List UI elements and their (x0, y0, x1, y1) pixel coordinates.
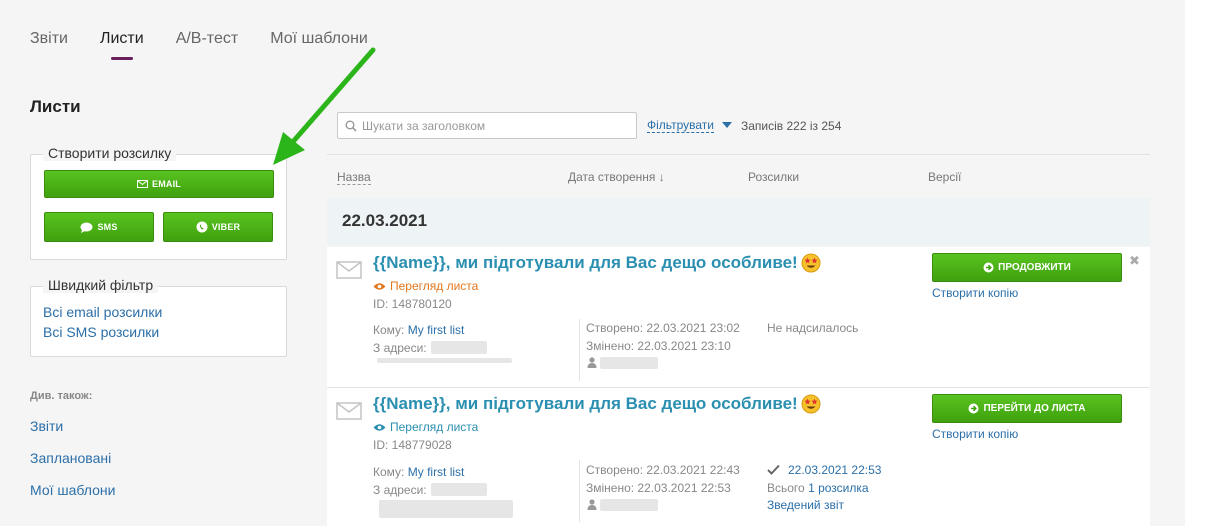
eye-icon (373, 423, 386, 431)
filter-all-email[interactable]: Всі email розсилки (43, 304, 162, 320)
column-header-created[interactable]: Дата створення ↓ (568, 170, 665, 184)
sender-redacted (431, 341, 487, 354)
create-email-label: EMAIL (152, 179, 181, 189)
preview-letter-link[interactable]: Перегляд листа (373, 420, 478, 434)
preview-letter-label: Перегляд листа (390, 420, 479, 434)
sidebar-title: Листи (30, 97, 81, 116)
summary-report-label[interactable]: Зведений звіт (767, 498, 844, 512)
created-date: Створено: 22.03.2021 22:43 (586, 463, 740, 477)
author-redacted (600, 499, 658, 511)
total-mailings-link[interactable]: 1 розсилка (808, 481, 868, 495)
date-group-label: 22.03.2021 (342, 211, 428, 230)
search-icon (345, 120, 357, 132)
mailing-status: Не надсилалось (767, 321, 859, 335)
column-divider (579, 319, 580, 381)
recipients-list-link[interactable]: My first list (408, 323, 465, 337)
close-icon[interactable]: ✖ (1129, 253, 1140, 269)
column-divider (579, 460, 580, 522)
author-redacted (600, 357, 658, 369)
go-to-letter-label: ПЕРЕЙТИ ДО ЛИСТА (983, 403, 1086, 414)
sent-date-link[interactable]: 22.03.2021 22:53 (788, 463, 881, 477)
sender-label: З адреси: (373, 483, 427, 497)
user-icon (587, 357, 597, 368)
sidebar-link-scheduled[interactable]: Заплановані (30, 450, 111, 466)
recipients-line: Кому: My first list (373, 465, 464, 479)
letter-subject: {{Name}}, ми підготували для Вас дещо ос… (373, 253, 798, 272)
column-header-versions: Версії (928, 170, 962, 184)
sender-redacted (431, 483, 487, 496)
sidebar-link-reports[interactable]: Звіти (30, 418, 63, 434)
total-prefix: Всього (767, 481, 805, 495)
search-box[interactable] (337, 112, 637, 139)
filter-button[interactable]: Фільтрувати (647, 118, 714, 133)
column-header-name[interactable]: Назва (337, 170, 371, 185)
see-also-heading: Див. також: (30, 390, 93, 402)
envelope-icon (336, 261, 362, 279)
sender-redacted (377, 358, 512, 363)
table-row: {{Name}}, ми підготували для Вас дещо ос… (327, 247, 1150, 387)
date-group-header: 22.03.2021 (327, 198, 1150, 246)
letter-id: ID: 148779028 (373, 438, 452, 452)
tab-letters[interactable]: Листи (100, 30, 144, 60)
tab-ab-test[interactable]: A/B-тест (176, 30, 239, 48)
create-mailing-legend: Створити розсилку (43, 145, 177, 161)
create-sms-button[interactable]: SMS (44, 212, 154, 242)
star-eyes-emoji-icon (801, 394, 821, 414)
create-sms-label: SMS (97, 222, 118, 232)
preview-letter-label: Перегляд листа (390, 279, 479, 293)
create-viber-label: VIBER (211, 222, 241, 232)
eye-icon (373, 282, 386, 290)
chat-bubble-icon (80, 222, 93, 233)
sidebar-link-my-templates[interactable]: Мої шаблони (30, 482, 115, 498)
go-to-letter-button[interactable]: ПЕРЕЙТИ ДО ЛИСТА (932, 394, 1122, 423)
recipients-label: Кому: (373, 323, 405, 337)
sender-label: З адреси: (373, 341, 427, 355)
recipients-label: Кому: (373, 465, 405, 479)
filter-all-sms[interactable]: Всі SMS розсилки (43, 324, 159, 340)
create-copy-link[interactable]: Створити копію (932, 286, 1018, 300)
changed-date: Змінено: 22.03.2021 22:53 (586, 481, 731, 495)
arrow-right-circle-icon (983, 262, 994, 273)
quick-filter-legend: Швидкий фільтр (43, 277, 159, 293)
search-input[interactable] (362, 118, 622, 133)
page: Звіти Листи A/B-тест Мої шаблони Листи С… (0, 0, 1185, 526)
letter-id: ID: 148780120 (373, 297, 452, 311)
total-mailings-line: Всього 1 розсилка (767, 481, 869, 495)
recipients-list-link[interactable]: My first list (408, 465, 465, 479)
records-count: Записів 222 із 254 (741, 119, 842, 133)
chevron-down-icon[interactable] (722, 122, 732, 128)
create-copy-link[interactable]: Створити копію (932, 427, 1018, 441)
table-divider (327, 154, 1150, 155)
viber-icon (196, 221, 208, 233)
sent-date[interactable]: 22.03.2021 22:53 (788, 463, 881, 477)
envelope-icon (336, 402, 362, 420)
summary-report-link[interactable]: Зведений звіт (767, 498, 844, 512)
create-mailing-panel: Створити розсилку EMAIL SMS VIBER (30, 145, 287, 260)
star-eyes-emoji-icon (801, 253, 821, 273)
tab-reports[interactable]: Звіти (30, 30, 68, 48)
annotation-arrow-icon (273, 47, 376, 165)
table-row: {{Name}}, ми підготували для Вас дещо ос… (327, 388, 1150, 526)
recipients-line: Кому: My first list (373, 323, 464, 337)
arrow-right-circle-icon (968, 403, 979, 414)
continue-button[interactable]: ПРОДОВЖИТИ (932, 253, 1122, 282)
sender-redacted (379, 500, 513, 518)
letter-subject-link[interactable]: {{Name}}, ми підготували для Вас дещо ос… (373, 394, 821, 414)
letter-subject: {{Name}}, ми підготували для Вас дещо ос… (373, 394, 798, 413)
preview-letter-link[interactable]: Перегляд листа (373, 279, 478, 293)
changed-date: Змінено: 22.03.2021 23:10 (586, 339, 731, 353)
quick-filter-panel: Швидкий фільтр Всі email розсилки Всі SM… (30, 277, 287, 357)
continue-label: ПРОДОВЖИТИ (998, 262, 1071, 273)
envelope-icon (137, 180, 148, 188)
checkmark-icon (767, 464, 780, 475)
column-header-mailings: Розсилки (748, 170, 800, 184)
user-icon (587, 499, 597, 510)
create-viber-button[interactable]: VIBER (163, 212, 273, 242)
letter-subject-link[interactable]: {{Name}}, ми підготували для Вас дещо ос… (373, 253, 821, 273)
create-email-button[interactable]: EMAIL (44, 170, 274, 198)
created-date: Створено: 22.03.2021 23:02 (586, 321, 740, 335)
